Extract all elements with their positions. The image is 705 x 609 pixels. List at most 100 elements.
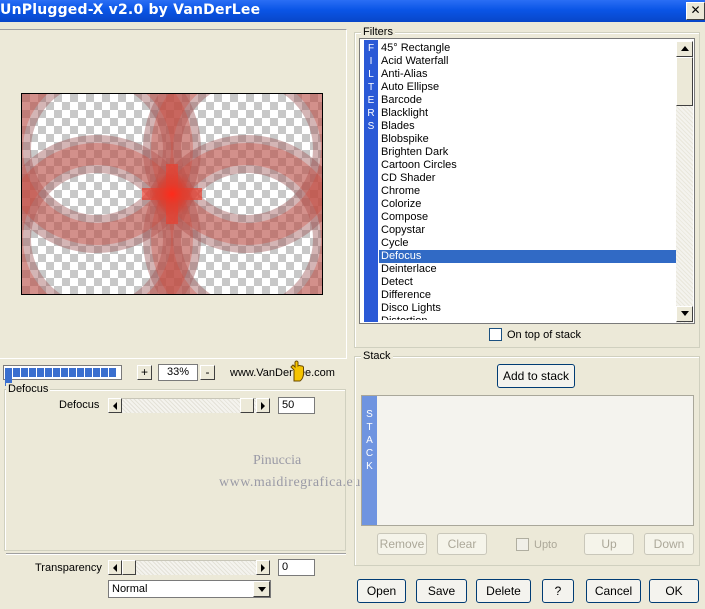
filter-list-item[interactable]: Compose [379,211,678,224]
progress-segment [13,368,20,377]
filter-list-item[interactable]: Acid Waterfall [379,55,678,68]
stack-group-label: Stack [361,350,393,362]
progress-segment [29,368,36,377]
divider [6,553,346,555]
transparency-slider[interactable] [136,560,256,575]
zoom-out-button[interactable]: - [200,365,215,380]
defocus-increase-button[interactable] [256,398,270,413]
stack-strip-letter: S [366,409,373,420]
progress-segment [109,368,116,377]
chevron-down-icon [257,587,266,592]
arrow-right-icon [261,564,265,572]
preview-graphic [22,94,322,294]
progress-segment [93,368,100,377]
transparency-slider-thumb[interactable] [122,560,136,575]
open-button[interactable]: Open [357,579,406,603]
upto-label: Upto [534,539,558,551]
defocus-decrease-button[interactable] [108,398,122,413]
stack-strip-letter: T [366,422,373,433]
defocus-slider-thumb[interactable] [240,398,254,413]
progress-segment [5,368,12,377]
filters-strip-letter: S [367,121,375,132]
filter-list-item[interactable]: Deinterlace [379,263,678,276]
filter-list-item[interactable]: 45° Rectangle [379,42,678,55]
up-button[interactable]: Up [584,533,634,555]
filter-list-item[interactable]: Detect [379,276,678,289]
defocus-label: Defocus [59,399,100,411]
filters-side-strip: FILTERS [364,40,378,322]
filter-list-item[interactable]: Blades [379,120,678,133]
on-top-of-stack-checkbox[interactable] [489,328,502,341]
cancel-button[interactable]: Cancel [586,579,641,603]
filters-strip-letter: L [368,69,374,80]
stack-strip-letter: C [365,448,374,459]
scroll-thumb[interactable] [676,57,693,106]
filter-list-item[interactable]: Cartoon Circles [379,159,678,172]
filter-list-item[interactable]: CD Shader [379,172,678,185]
save-button[interactable]: Save [416,579,467,603]
arrow-left-icon [113,402,117,410]
filter-list-item[interactable]: Blacklight [379,107,678,120]
scroll-up-button[interactable] [676,41,693,57]
add-to-stack-button[interactable]: Add to stack [497,364,575,388]
help-button[interactable]: ? [542,579,574,603]
title-bar[interactable]: UnPlugged-X v2.0 by VanDerLee ✕ [0,0,705,22]
filters-strip-letter: T [367,82,375,93]
clear-button[interactable]: Clear [437,533,487,555]
filter-list-item[interactable]: Cycle [379,237,678,250]
ok-button[interactable]: OK [649,579,699,603]
filters-group-label: Filters [361,26,395,38]
arrow-right-icon [261,402,265,410]
filter-list-item[interactable]: Disco Lights [379,302,678,315]
chevron-up-icon [680,46,689,51]
filters-strip-letter: F [367,43,375,54]
stack-list[interactable] [361,395,694,526]
blend-mode-value: Normal [112,583,148,595]
filters-strip-letter: E [367,95,375,106]
filter-list-item[interactable]: Difference [379,289,678,302]
defocus-slider[interactable] [122,398,256,413]
filter-list-item[interactable]: Distortion [379,315,678,320]
transparency-label: Transparency [35,562,102,574]
remove-button[interactable]: Remove [377,533,427,555]
stack-side-strip: STACK [362,396,377,525]
down-button[interactable]: Down [644,533,694,555]
stack-strip-letter: A [366,435,373,446]
defocus-value-input[interactable]: 50 [278,397,315,414]
scroll-down-button[interactable] [676,306,693,322]
filter-list-item[interactable]: Brighten Dark [379,146,678,159]
upto-checkbox[interactable] [516,538,529,551]
delete-button[interactable]: Delete [476,579,531,603]
blend-mode-dropdown-button[interactable] [253,581,270,597]
filter-list-item[interactable]: Chrome [379,185,678,198]
transparency-value-input[interactable]: 0 [278,559,315,576]
zoom-level: 33% [158,364,198,381]
stack-strip-letter: K [366,461,373,472]
on-top-of-stack-label: On top of stack [507,329,581,341]
progress-segment [101,368,108,377]
progress-segment [45,368,52,377]
transparency-decrease-button[interactable] [108,560,122,575]
close-button[interactable]: ✕ [686,2,705,20]
chevron-down-icon [680,311,689,316]
blend-mode-select[interactable]: Normal [108,580,271,598]
filter-list-item[interactable]: Colorize [379,198,678,211]
watermark-name: Pinuccia [253,453,302,468]
preview-image[interactable] [21,93,323,295]
filter-list-item[interactable]: Anti-Alias [379,68,678,81]
filter-list-item[interactable]: Barcode [379,94,678,107]
filter-list-item[interactable]: Copystar [379,224,678,237]
progress-segment [77,368,84,377]
filter-list-item[interactable]: Blobspike [379,133,678,146]
zoom-in-button[interactable]: + [137,365,152,380]
progress-segment [69,368,76,377]
hand-pointer-icon [290,360,304,382]
progress-segment [21,368,28,377]
filter-list-item[interactable]: Auto Ellipse [379,81,678,94]
filter-list-item[interactable]: Defocus [379,250,678,263]
progress-segment [61,368,68,377]
website-link[interactable]: www.VanDerLee.com [230,367,335,379]
arrow-left-icon [113,564,117,572]
progress-segment [37,368,44,377]
transparency-increase-button[interactable] [256,560,270,575]
